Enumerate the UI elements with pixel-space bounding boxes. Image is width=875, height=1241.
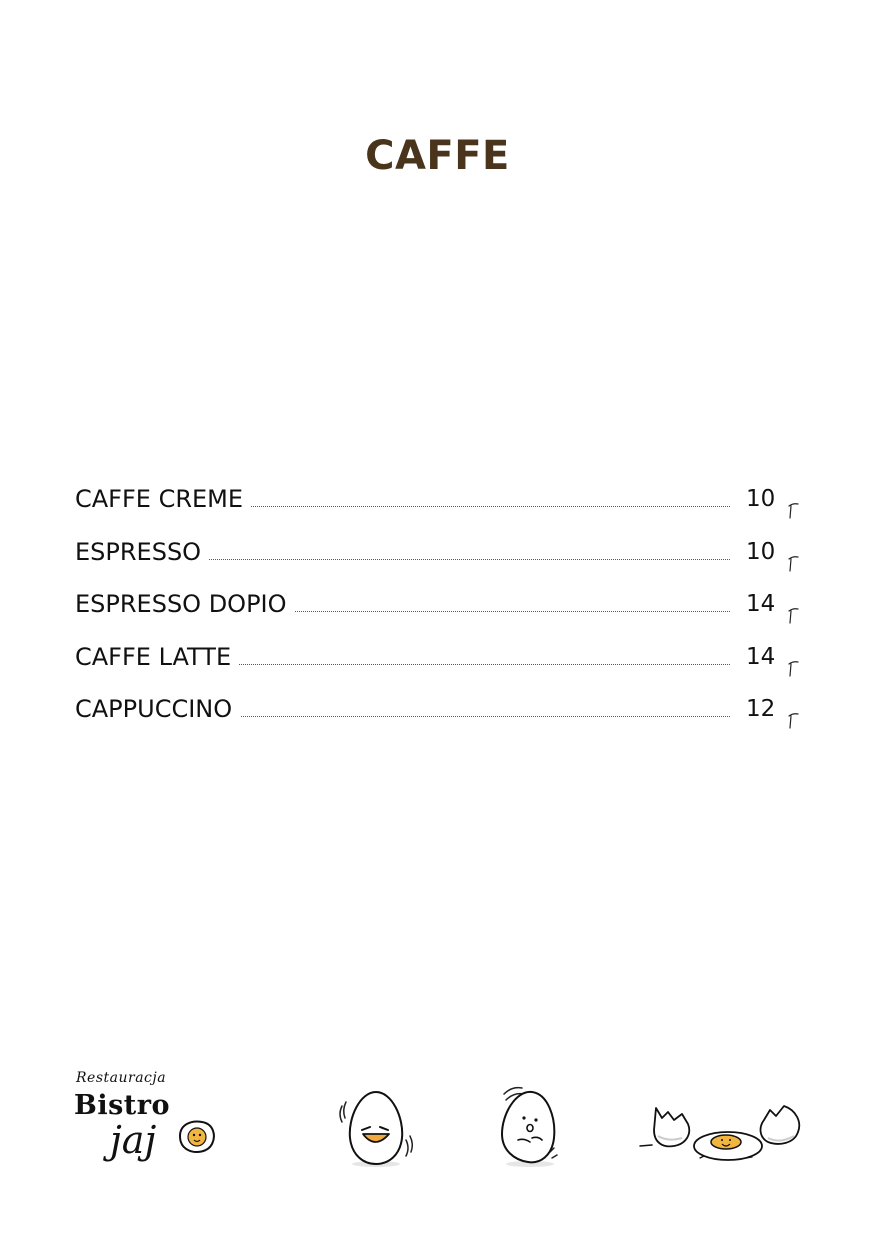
broken-egg-icon [639,1105,801,1161]
menu-item-name: CAPPUCCINO [75,692,241,726]
menu-item-price: 10 [746,486,776,512]
menu-item: CAFFE CREME 10 [75,482,805,535]
menu-item-name: CAFFE CREME [75,482,252,516]
fried-egg-icon [178,1120,215,1153]
logo-main-text: Bistro [74,1090,170,1121]
menu-item-name: ESPRESSO DOPIO [75,587,295,621]
menu-item: ESPRESSO DOPIO 14 [75,587,805,640]
bistro-jajo-logo: Restauracja Bistro jaj [74,1068,219,1168]
logo-sub-text: jaj [110,1118,157,1162]
currency-mark-icon [788,660,799,677]
menu-item-price: 10 [746,538,776,565]
menu-item-name: ESPRESSO [75,534,210,569]
menu-item-price: 14 [746,591,776,617]
menu-item: CAPPUCCINO 12 [75,692,805,745]
logo-script-text: Restauracja [76,1070,167,1086]
wobbly-egg-icon [500,1086,558,1167]
page-title: CAFFE [365,133,510,179]
menu-item: CAFFE LATTE 14 [75,639,805,693]
currency-mark-icon [788,503,799,519]
menu-item: ESPRESSO 10 [75,534,805,588]
menu-item-name: CAFFE LATTE [75,639,240,674]
menu-list: CAFFE CREME 10 ESPRESSO 10 ESPRESSO DOPI… [75,482,805,745]
currency-mark-icon [788,555,799,572]
currency-mark-icon [788,713,799,729]
currency-mark-icon [788,608,799,624]
menu-item-price: 14 [746,643,776,670]
menu-item-price: 12 [746,696,776,722]
happy-egg-icon [339,1090,414,1167]
